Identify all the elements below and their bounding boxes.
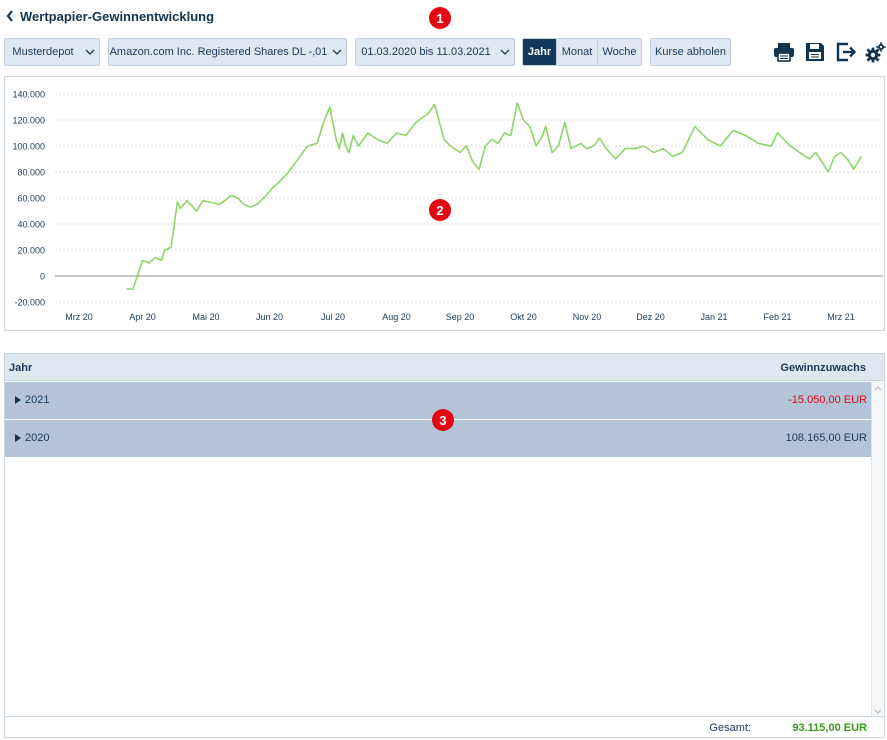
expand-triangle-icon[interactable] bbox=[15, 434, 21, 442]
y-tick-label: -20.000 bbox=[14, 298, 45, 308]
settings-icon[interactable] bbox=[864, 41, 886, 63]
row-year: 2021 bbox=[25, 394, 50, 406]
column-header-gain[interactable]: Gewinnzuwachs bbox=[780, 362, 866, 374]
series-line bbox=[126, 102, 862, 290]
x-tick-label: Feb 21 bbox=[763, 312, 791, 322]
row-amount: 108.165,00 EUR bbox=[785, 432, 867, 444]
table-footer: Gesamt: 93.115,00 EUR bbox=[5, 716, 884, 737]
export-icon[interactable] bbox=[835, 41, 857, 63]
total-label: Gesamt: bbox=[709, 722, 751, 734]
x-tick-label: Jul 20 bbox=[321, 312, 345, 322]
chevron-down-icon bbox=[496, 49, 514, 55]
tab-month[interactable]: Monat bbox=[556, 39, 597, 65]
period-select-label: 01.03.2020 bis 11.03.2021 bbox=[361, 46, 491, 58]
chevron-down-icon bbox=[328, 49, 346, 55]
row-year: 2020 bbox=[25, 432, 50, 444]
x-tick-label: Mrz 21 bbox=[827, 312, 855, 322]
row-amount: -15.050,00 EUR bbox=[788, 394, 867, 406]
x-tick-label: Jun 20 bbox=[256, 312, 283, 322]
x-tick-label: Apr 20 bbox=[129, 312, 156, 322]
column-header-year[interactable]: Jahr bbox=[9, 362, 32, 374]
fetch-prices-button[interactable]: Kurse abholen bbox=[650, 38, 731, 66]
depot-select-label: Musterdepot bbox=[12, 46, 74, 58]
chevron-down-icon bbox=[81, 49, 99, 55]
x-tick-label: Mai 20 bbox=[192, 312, 219, 322]
marker-badge-3: 3 bbox=[432, 409, 454, 431]
period-select[interactable]: 01.03.2020 bis 11.03.2021 bbox=[355, 38, 515, 66]
marker-badge-2: 2 bbox=[429, 199, 451, 221]
x-tick-label: Dez 20 bbox=[636, 312, 665, 322]
security-select[interactable]: Amazon.com Inc. Registered Shares DL -,0… bbox=[108, 38, 347, 66]
page-title: Wertpapier-Gewinnentwicklung bbox=[20, 8, 215, 24]
back-chevron-icon[interactable] bbox=[4, 9, 16, 23]
table-header: Jahr Gewinnzuwachs bbox=[5, 354, 884, 381]
page-header: Wertpapier-Gewinnentwicklung bbox=[4, 6, 214, 26]
y-tick-label: 140.000 bbox=[12, 90, 45, 100]
x-tick-label: Nov 20 bbox=[573, 312, 602, 322]
save-icon[interactable] bbox=[804, 41, 826, 63]
x-tick-label: Mrz 20 bbox=[65, 312, 93, 322]
tab-year[interactable]: Jahr bbox=[523, 39, 556, 65]
x-tick-label: Okt 20 bbox=[510, 312, 537, 322]
x-tick-label: Aug 20 bbox=[382, 312, 411, 322]
tab-week[interactable]: Woche bbox=[597, 39, 641, 65]
marker-badge-1: 1 bbox=[429, 7, 451, 29]
y-tick-label: 60.000 bbox=[17, 194, 45, 204]
y-tick-label: 0 bbox=[40, 272, 45, 282]
x-tick-label: Jan 21 bbox=[700, 312, 727, 322]
depot-select[interactable]: Musterdepot bbox=[4, 38, 100, 66]
y-tick-label: 100.000 bbox=[12, 142, 45, 152]
granularity-toggle: Jahr Monat Woche bbox=[522, 38, 642, 66]
total-value: 93.115,00 EUR bbox=[792, 722, 867, 734]
table-scrollbar[interactable] bbox=[871, 382, 884, 717]
security-select-label: Amazon.com Inc. Registered Shares DL -,0… bbox=[109, 46, 328, 58]
y-tick-label: 40.000 bbox=[17, 220, 45, 230]
expand-triangle-icon[interactable] bbox=[15, 396, 21, 404]
y-tick-label: 120.000 bbox=[12, 116, 45, 126]
print-icon[interactable] bbox=[773, 41, 795, 63]
y-tick-label: 80.000 bbox=[17, 168, 45, 178]
scroll-up-icon[interactable] bbox=[872, 382, 884, 394]
x-tick-label: Sep 20 bbox=[446, 312, 475, 322]
y-tick-label: 20.000 bbox=[17, 246, 45, 256]
